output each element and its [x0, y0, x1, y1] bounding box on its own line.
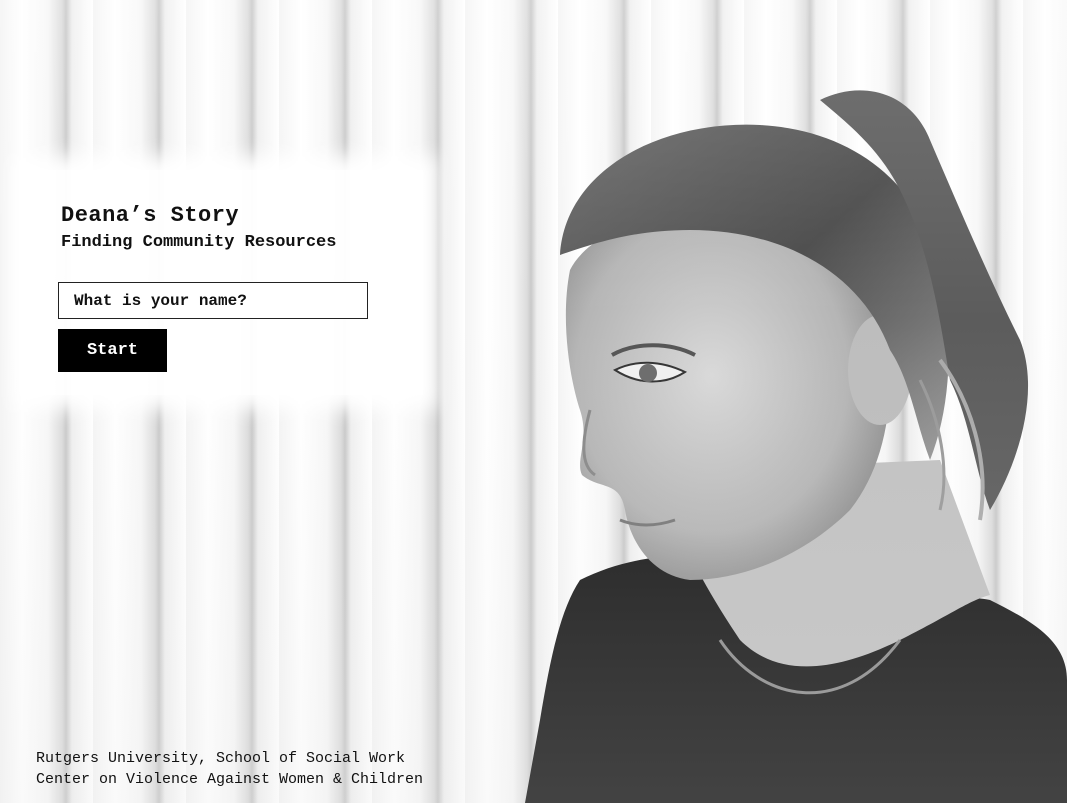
footer-credits: Rutgers University, School of Social Wor… — [36, 748, 423, 790]
woman-portrait-image — [525, 90, 1067, 803]
name-input[interactable] — [58, 282, 368, 319]
background-photo — [0, 0, 1067, 803]
footer-line-university: Rutgers University, School of Social Wor… — [36, 750, 406, 767]
footer-line-center: Center on Violence Against Women & Child… — [36, 771, 424, 788]
story-subtitle: Finding Community Resources — [61, 233, 337, 252]
story-title: Deana’s Story — [61, 203, 240, 228]
start-button[interactable]: Start — [58, 329, 167, 372]
